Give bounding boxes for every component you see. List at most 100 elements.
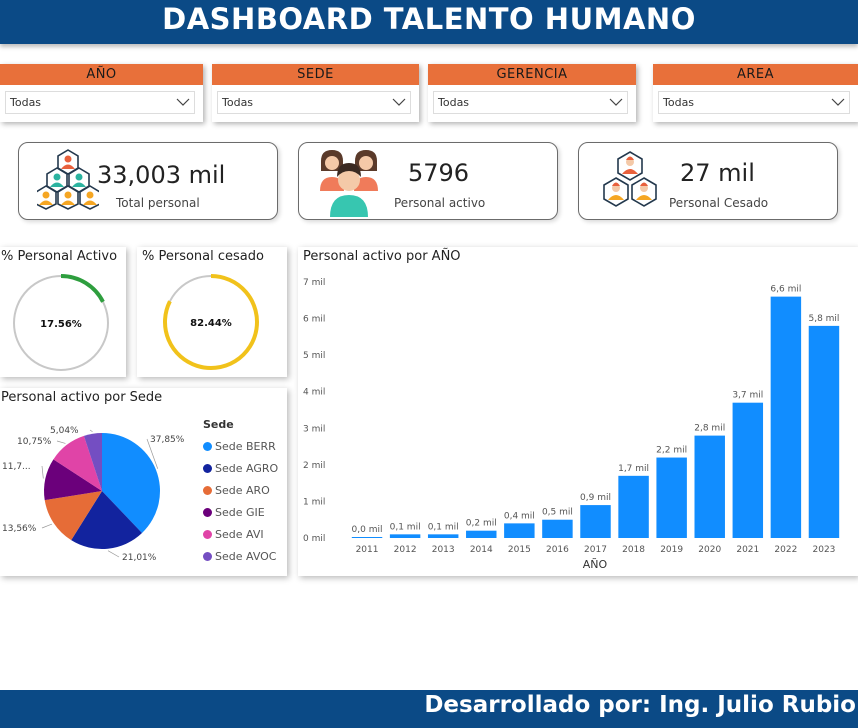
legend-item[interactable]: Sede ARO [203, 479, 278, 501]
filter-year-label: AÑO [0, 64, 203, 85]
pie-data-label: 13,56% [2, 524, 37, 534]
pie-leader-line [56, 440, 66, 444]
bar-data-label: 1,7 mil [618, 464, 649, 474]
bar[interactable] [580, 505, 611, 538]
legend-swatch [203, 441, 212, 451]
y-tick-label: 1 mil [303, 497, 325, 507]
filter-year: AÑO Todas [0, 64, 203, 122]
kpi-total-card: 33,003 mil Total personal [18, 142, 278, 220]
pie-leader-line [107, 550, 120, 558]
bar[interactable] [504, 523, 535, 538]
x-tick-label: 2013 [432, 545, 455, 555]
legend-label: Sede AVI [215, 527, 264, 541]
filter-area-value: Todas [663, 96, 695, 109]
people-network-icon [37, 149, 99, 210]
legend-item[interactable]: Sede AGRO [203, 457, 278, 479]
chevron-down-icon [831, 98, 845, 106]
legend-label: Sede GIE [215, 505, 265, 519]
people-group-icon [320, 150, 378, 217]
bar[interactable] [618, 475, 649, 538]
y-tick-label: 7 mil [303, 278, 325, 288]
pie-data-label: 37,85% [150, 435, 185, 445]
filter-year-dropdown[interactable]: Todas [5, 91, 195, 114]
bar[interactable] [351, 537, 383, 538]
x-tick-label: 2019 [660, 545, 683, 555]
legend-swatch [203, 551, 212, 561]
x-tick-label: 2014 [470, 545, 493, 555]
filter-area: AREA Todas [653, 64, 858, 122]
filter-gerencia-dropdown[interactable]: Todas [433, 91, 628, 114]
legend-swatch [203, 507, 212, 517]
pie-data-label: 10,75% [17, 437, 52, 447]
kpi-active-label: Personal activo [394, 196, 486, 210]
bar[interactable] [770, 296, 802, 538]
bar-data-label: 0,1 mil [428, 522, 459, 532]
bar[interactable] [694, 435, 725, 538]
legend-label: Sede BERR [215, 439, 276, 453]
people-network-icon [603, 151, 657, 207]
pie-leader-line [41, 523, 53, 529]
header-bar: DASHBOARD TALENTO HUMANO [0, 0, 858, 44]
kpi-active-value: 5796 [408, 159, 470, 187]
kpi-ceased-value: 27 mil [680, 159, 755, 187]
legend-label: Sede AGRO [215, 461, 279, 475]
y-tick-label: 6 mil [303, 315, 325, 325]
bar[interactable] [427, 534, 459, 538]
legend-swatch [203, 485, 212, 495]
pie-data-label: 5,04% [50, 426, 79, 436]
pie-data-label: 11,7... [2, 462, 31, 472]
x-tick-label: 2016 [546, 545, 569, 555]
bar-data-label: 0,0 mil [352, 525, 383, 535]
legend-item[interactable]: Sede AVI [203, 523, 278, 545]
bar-x-axis-title: AÑO [583, 558, 608, 571]
bar[interactable] [389, 534, 421, 538]
gauge-ceased-value: 82.44% [190, 318, 232, 329]
bar[interactable] [466, 530, 497, 538]
filter-sede: SEDE Todas [212, 64, 419, 122]
filter-area-label: AREA [653, 64, 858, 85]
x-tick-label: 2017 [584, 545, 607, 555]
filter-gerencia-label: GERENCIA [428, 64, 636, 85]
legend-swatch [203, 463, 212, 473]
bar-data-label: 0,5 mil [542, 508, 573, 518]
filter-area-dropdown[interactable]: Todas [658, 91, 850, 114]
legend-item[interactable]: Sede BERR [203, 435, 278, 457]
filter-sede-label: SEDE [212, 64, 419, 85]
bar[interactable] [656, 457, 687, 538]
legend-label: Sede ARO [215, 483, 270, 497]
kpi-ceased-label: Personal Cesado [669, 196, 769, 210]
legend-title: Sede [203, 418, 234, 431]
filter-sede-value: Todas [222, 96, 254, 109]
chevron-down-icon [609, 98, 623, 106]
footer-credit: Desarrollado por: Ing. Julio Rubio [424, 692, 856, 718]
kpi-total-value: 33,003 mil [97, 161, 226, 189]
pie-chart: 37,85% 21,01% 13,56% 11,7... 10,75%5,04% [2, 426, 185, 563]
x-tick-label: 2021 [736, 545, 759, 555]
filter-sede-dropdown[interactable]: Todas [217, 91, 411, 114]
chevron-down-icon [176, 98, 190, 106]
gauge-ceased-panel: % Personal cesado 82.44% [137, 247, 287, 377]
kpi-active-card: 5796 Personal activo [298, 142, 558, 220]
pie-leader-line [41, 465, 44, 479]
filter-gerencia: GERENCIA Todas [428, 64, 636, 122]
bar-data-label: 0,1 mil [390, 522, 421, 532]
x-tick-label: 2018 [622, 545, 645, 555]
legend-item[interactable]: Sede GIE [203, 501, 278, 523]
page-title: DASHBOARD TALENTO HUMANO [162, 2, 696, 36]
x-tick-label: 2011 [356, 545, 379, 555]
x-tick-label: 2020 [698, 545, 721, 555]
legend-item[interactable]: Sede AVOC [203, 545, 278, 567]
bar[interactable] [732, 402, 764, 538]
legend-label: Sede AVOC [215, 549, 277, 563]
pie-leader-line [89, 429, 93, 433]
filter-gerencia-value: Todas [438, 96, 470, 109]
bar-data-label: 3,7 mil [732, 391, 763, 401]
bar[interactable] [808, 325, 840, 538]
pie-data-label: 21,01% [122, 553, 157, 563]
dashboard-page: DASHBOARD TALENTO HUMANO AÑO Todas SEDE … [0, 0, 858, 728]
bar[interactable] [542, 519, 573, 538]
kpi-total-label: Total personal [116, 196, 200, 210]
y-tick-label: 5 mil [303, 351, 325, 361]
bar-data-label: 0,4 mil [504, 511, 535, 521]
gauge-active-value: 17.56% [40, 319, 82, 330]
